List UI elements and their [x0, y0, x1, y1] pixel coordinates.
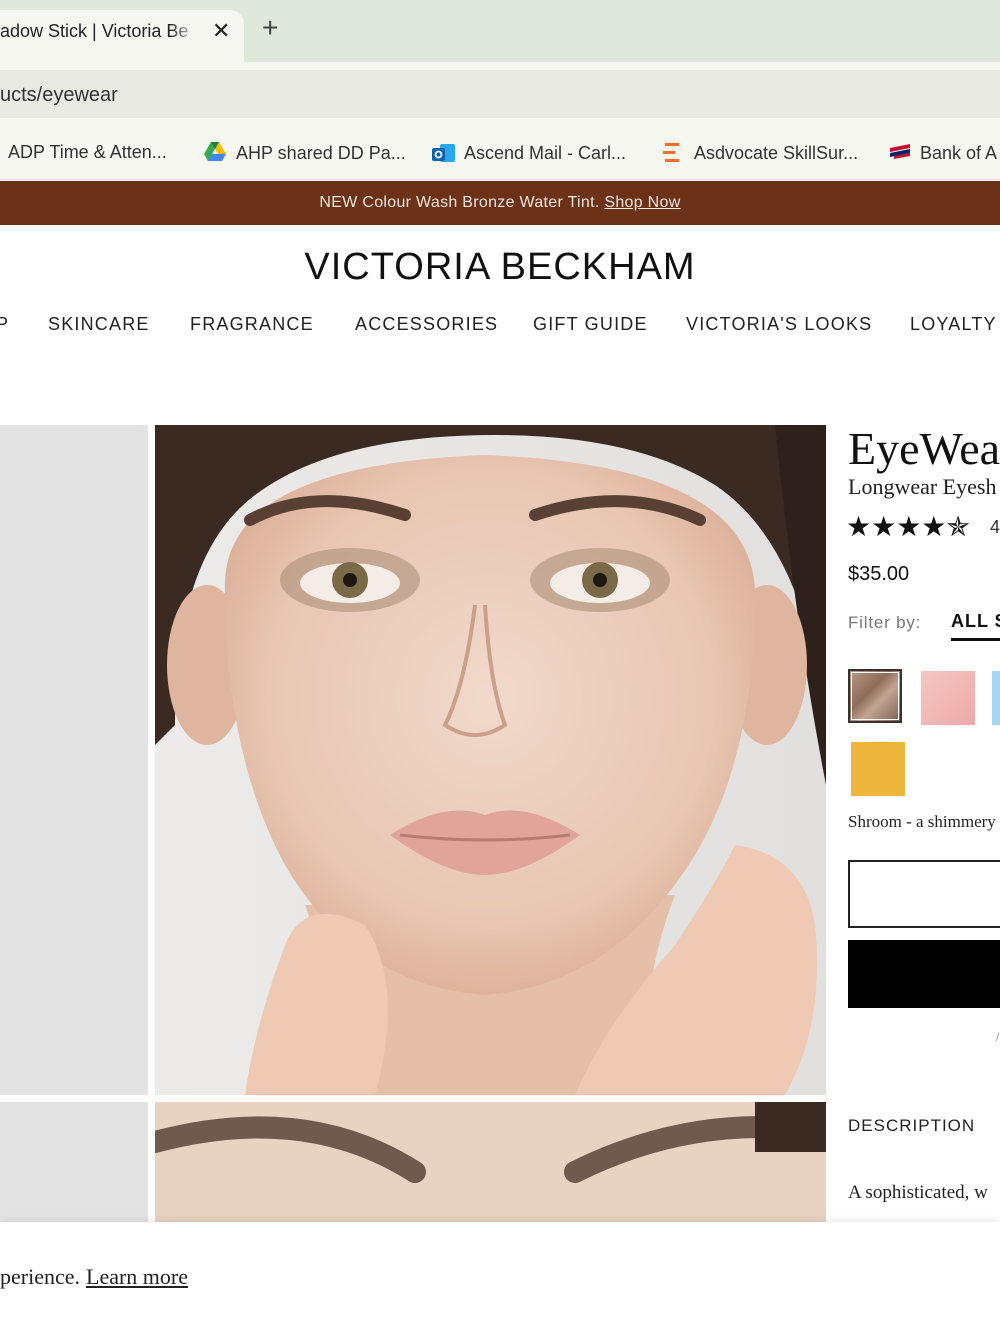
- bookmark-bank[interactable]: Bank of A: [888, 142, 997, 164]
- filter-active-underline: [951, 638, 1000, 641]
- product-subtitle: Longwear Eyesh: [848, 474, 997, 499]
- brand-logo[interactable]: VICTORIA BECKHAM: [0, 246, 1000, 289]
- nav-item-accessories[interactable]: ACCESSORIES: [355, 314, 498, 335]
- nav-item-gift-guide[interactable]: GIFT GUIDE: [533, 314, 648, 335]
- filter-tab-all[interactable]: ALL S: [951, 611, 1000, 632]
- rating-stars[interactable]: ★★★★✯: [846, 510, 970, 543]
- rating-count[interactable]: 4: [990, 517, 1000, 538]
- nav-item-partial[interactable]: P: [0, 314, 9, 335]
- nav-item-fragrance[interactable]: FRAGRANCE: [190, 314, 314, 335]
- thumbnail-placeholder[interactable]: [0, 425, 148, 1095]
- bookmark-label: AHP shared DD Pa...: [236, 142, 406, 163]
- partial-text: /: [996, 1030, 1000, 1044]
- eye-closeup-illustration: [155, 1102, 826, 1227]
- promo-banner: NEW Colour Wash Bronze Water Tint. Shop …: [0, 181, 1000, 225]
- product-price: $35.00: [848, 563, 910, 585]
- model-portrait-illustration: [155, 425, 826, 1095]
- new-tab-icon[interactable]: +: [262, 12, 278, 44]
- product-title: EyeWear: [848, 423, 1000, 474]
- thumbnail-placeholder[interactable]: [0, 1102, 148, 1227]
- shade-swatch-pink[interactable]: [921, 671, 975, 725]
- address-bar-area: ucts/eyewear: [0, 62, 1000, 120]
- cookie-message: perience. Learn more: [0, 1264, 188, 1290]
- outlook-icon: [432, 142, 455, 164]
- tab-title: adow Stick | Victoria Be: [0, 21, 189, 41]
- selected-shade-description: Shroom - a shimmery: [848, 812, 996, 831]
- bookmark-label: Bank of A: [920, 142, 998, 163]
- description-heading[interactable]: DESCRIPTION: [848, 1116, 975, 1136]
- secondary-action-button[interactable]: [848, 860, 1000, 928]
- cookie-banner: perience. Learn more: [0, 1222, 1000, 1333]
- nav-item-skincare[interactable]: SKINCARE: [48, 314, 150, 335]
- bookmark-label: ADP Time & Atten...: [8, 142, 167, 162]
- product-hero-image[interactable]: [155, 425, 826, 1095]
- close-tab-icon[interactable]: ✕: [212, 18, 230, 44]
- bookmark-adp[interactable]: ADP Time & Atten...: [8, 142, 167, 163]
- cookie-text: perience.: [0, 1264, 80, 1289]
- url-text[interactable]: ucts/eyewear: [0, 84, 118, 107]
- bookmark-ahp[interactable]: AHP shared DD Pa...: [204, 142, 406, 164]
- bookmark-label: Ascend Mail - Carl...: [464, 142, 627, 163]
- browser-tab-strip: adow Stick | Victoria Be ✕ +: [0, 0, 1000, 62]
- bookmark-ascend-mail[interactable]: Ascend Mail - Carl...: [432, 142, 626, 164]
- shade-swatch-yellow[interactable]: [851, 742, 905, 796]
- nav-item-victorias-looks[interactable]: VICTORIA'S LOOKS: [686, 314, 872, 335]
- bookmark-label: Asdvocate SkillSur...: [694, 142, 859, 163]
- menu-lines-icon: [662, 142, 684, 164]
- shop-now-link[interactable]: Shop Now: [604, 194, 680, 211]
- google-drive-icon: [204, 142, 226, 164]
- shade-swatch-shroom[interactable]: [848, 669, 902, 723]
- nav-item-loyalty[interactable]: LOYALTY: [910, 314, 997, 335]
- address-bar[interactable]: [0, 70, 1000, 118]
- filter-label: Filter by:: [848, 613, 922, 632]
- shade-swatch-blue[interactable]: [992, 671, 1000, 725]
- bank-flag-icon: [888, 142, 910, 164]
- promo-text: NEW Colour Wash Bronze Water Tint.: [319, 194, 600, 211]
- browser-tab-active[interactable]: adow Stick | Victoria Be ✕: [0, 10, 244, 62]
- add-to-bag-button[interactable]: [848, 940, 1000, 1008]
- product-detail-image[interactable]: [155, 1102, 826, 1227]
- description-text: A sophisticated, w: [848, 1182, 988, 1203]
- tab-title-fade: [170, 10, 200, 62]
- bookmark-asdvocate[interactable]: Asdvocate SkillSur...: [662, 142, 858, 164]
- learn-more-link[interactable]: Learn more: [86, 1264, 188, 1289]
- bookmarks-bar: ADP Time & Atten... AHP shared DD Pa... …: [0, 120, 1000, 180]
